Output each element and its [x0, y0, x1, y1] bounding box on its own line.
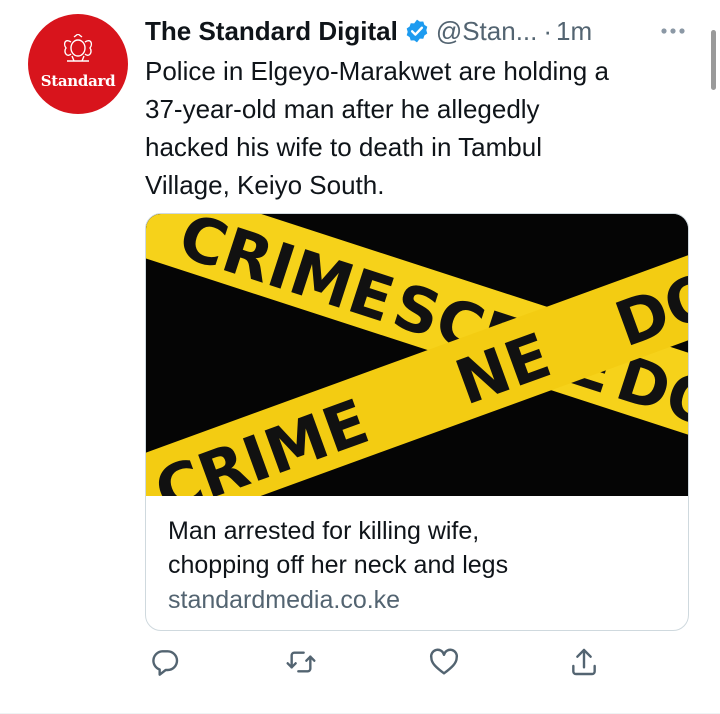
tweet-text-line: Police in Elgeyo-Marakwet are holding a: [145, 56, 609, 86]
avatar-wordmark: Standard: [40, 72, 116, 90]
share-button[interactable]: [568, 646, 602, 680]
retweet-icon: [286, 651, 316, 673]
avatar[interactable]: Standard: [28, 14, 128, 114]
tweet[interactable]: Standard The Standard Digital @Stan... ·…: [0, 0, 720, 714]
tweet-text-line: Village, Keiyo South.: [145, 170, 385, 200]
tweet-header: The Standard Digital @Stan... · 1m: [145, 14, 690, 48]
like-button[interactable]: [428, 646, 462, 680]
tweet-text-line: 37-year-old man after he allegedly: [145, 94, 540, 124]
crime-scene-tape-image[interactable]: CRIME SCENE DO CRIME NE DO: [146, 214, 688, 496]
heart-icon: [429, 648, 459, 675]
verified-badge-icon: [406, 19, 428, 43]
scrollbar[interactable]: [711, 30, 716, 90]
reply-icon: [152, 650, 179, 676]
retweet-button[interactable]: [285, 646, 319, 680]
more-options-button[interactable]: [656, 14, 690, 48]
link-card[interactable]: CRIME SCENE DO CRIME NE DO Man arrested …: [145, 213, 689, 631]
card-domain[interactable]: standardmedia.co.ke: [168, 586, 400, 615]
card-title-line: Man arrested for killing wife,: [168, 517, 480, 545]
tweet-actions: [145, 646, 615, 680]
handle[interactable]: @Stan...: [436, 16, 538, 47]
timestamp[interactable]: 1m: [556, 16, 592, 47]
card-title[interactable]: Man arrested for killing wife, chopping …: [168, 514, 668, 582]
more-horizontal-icon: [661, 28, 685, 34]
tweet-text-line: hacked his wife to death in Tambul: [145, 132, 542, 162]
separator-dot: ·: [543, 15, 553, 46]
tweet-text: Police in Elgeyo-Marakwet are holding a …: [145, 52, 690, 204]
display-name[interactable]: The Standard Digital: [145, 16, 398, 47]
standard-crest-logo: [63, 34, 93, 62]
share-icon: [572, 648, 596, 676]
reply-button[interactable]: [149, 646, 183, 680]
card-title-line: chopping off her neck and legs: [168, 551, 509, 579]
